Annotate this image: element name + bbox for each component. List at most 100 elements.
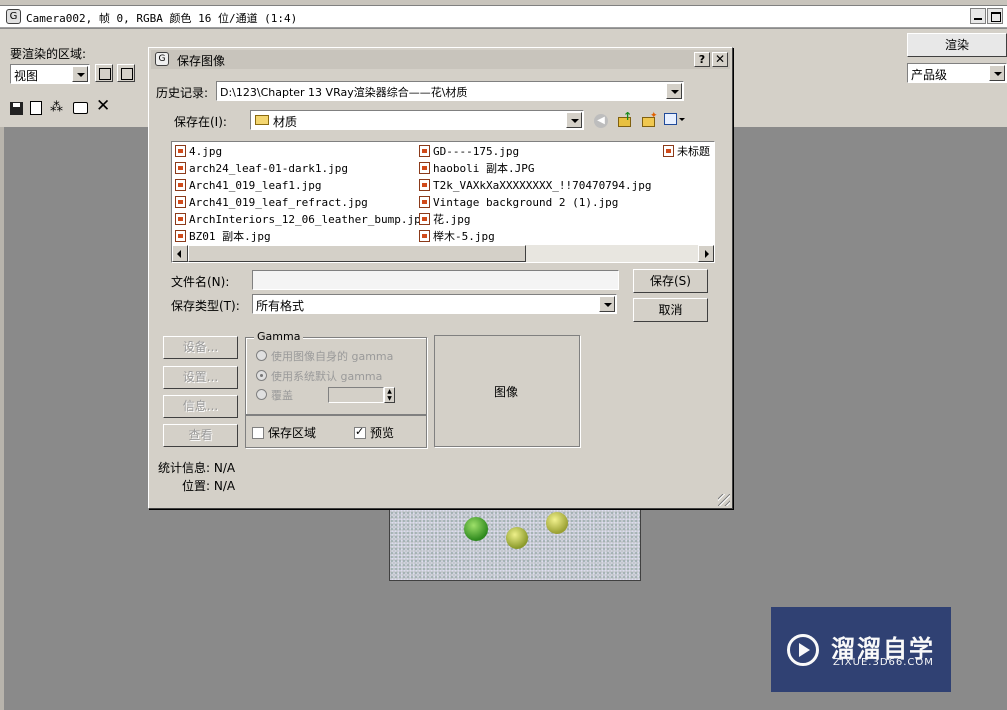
horizontal-scrollbar[interactable] [172,245,714,262]
chevron-down-icon [72,66,88,82]
view-menu-icon[interactable] [664,113,686,127]
save-button[interactable]: 保存(S) [633,269,708,293]
clone-frame-icon[interactable]: ⁂ [50,101,63,115]
list-item[interactable]: ArchInteriors_12_06_leather_bump.jpg [175,212,427,228]
radio-icon [256,389,267,400]
new-folder-icon[interactable]: ✦ [641,112,658,128]
file-list[interactable]: 4.jpg arch24_leaf-01-dark1.jpg Arch41_019_… [171,141,715,263]
list-item[interactable]: 4.jpg [175,144,222,160]
close-button[interactable]: ✕ [712,52,728,67]
up-folder-icon[interactable]: ↑ [617,111,633,128]
copy-image-icon[interactable] [30,101,42,115]
dialog-app-icon: G [155,52,169,66]
filename-label: 文件名(N): [171,275,230,289]
chevron-down-icon [599,296,615,312]
print-icon[interactable] [73,102,88,114]
image-file-icon [175,196,186,208]
save-region-checkbox[interactable]: 保存区域 [252,424,316,441]
file-name: Arch41_019_leaf_refract.jpg [189,196,368,209]
yellow-sphere-right [546,512,568,534]
maximize-button[interactable] [987,8,1003,24]
radio-icon [256,350,267,361]
help-button[interactable]: ? [694,52,710,67]
save-image-icon[interactable] [10,102,23,115]
render-area-label: 要渲染的区域: [10,47,87,61]
play-icon [787,634,819,666]
scroll-left-button[interactable] [172,245,188,262]
preview-checkbox[interactable]: 预览 [354,424,394,441]
list-item[interactable]: haoboli 副本.JPG [419,161,534,177]
gamma-option-image[interactable]: 使用图像自身的 gamma [256,348,393,364]
gamma-override-spinner[interactable] [328,387,384,403]
info-button[interactable]: 信息... [163,395,238,418]
dialog-title: 保存图像 [177,54,226,68]
chevron-down-icon [989,65,1005,81]
save-in-label: 保存在(I): [174,115,227,129]
filename-input[interactable] [252,270,619,290]
list-item[interactable]: Arch41_019_leaf_refract.jpg [175,195,368,211]
region-auto-icon[interactable] [117,64,135,82]
file-name: 4.jpg [189,145,223,158]
image-file-icon [175,179,186,191]
render-button[interactable]: 渲染 [907,33,1007,57]
scroll-thumb[interactable] [188,245,526,262]
setup-button[interactable]: 设备... [163,336,238,359]
spinner-arrows-icon[interactable]: ▲ ▼ [384,387,395,403]
watermark-logo: 溜溜自学 ZIXUE.3D66.COM [771,607,951,692]
window-left-edge [0,127,4,710]
scroll-right-button[interactable] [698,245,714,262]
history-label: 历史记录: [156,86,209,100]
rendered-image [389,506,641,581]
file-name: 榉木-5.jpg [433,230,495,243]
render-window-titlebar: G Camera002, 帧 0, RGBA 颜色 16 位/通道 (1:4) [0,6,1007,28]
file-name: arch24_leaf-01-dark1.jpg [189,162,348,175]
list-item[interactable]: T2k_VAXkXaXXXXXXXX_!!70470794.jpg [419,178,652,194]
cancel-button[interactable]: 取消 [633,298,708,322]
settings-button[interactable]: 设置... [163,366,238,389]
file-name: T2k_VAXkXaXXXXXXXX_!!70470794.jpg [433,179,652,192]
list-item[interactable]: Vintage background 2 (1).jpg [419,195,618,211]
checkbox-icon [252,427,264,439]
render-area-select[interactable]: 视图 [10,64,90,84]
options-group: 保存区域 预览 [245,415,427,448]
list-item[interactable]: 花.jpg [419,212,471,228]
back-icon[interactable]: ◀ [594,114,608,128]
image-file-icon [419,213,430,225]
watermark-url: ZIXUE.3D66.COM [833,657,934,668]
gamma-option-override[interactable]: 覆盖 [256,387,293,403]
file-name: 未标题 [677,145,710,158]
gamma-option-system[interactable]: 使用系统默认 gamma [256,368,382,384]
save-in-select[interactable]: 材质 [250,110,584,130]
list-item[interactable]: 未标题 [663,144,710,160]
filetype-select[interactable]: 所有格式 [252,294,617,314]
list-item[interactable]: arch24_leaf-01-dark1.jpg [175,161,348,177]
chevron-down-icon [666,83,682,99]
resize-grip-icon[interactable] [718,494,730,506]
image-preview-label: 图像 [494,385,519,399]
checkbox-checked-icon [354,425,366,439]
image-file-icon [419,162,430,174]
list-item[interactable]: 榉木-5.jpg [419,229,495,245]
minimize-button[interactable] [970,8,986,24]
region-edit-icon[interactable] [95,64,113,82]
green-sphere [464,517,488,541]
dialog-titlebar: G 保存图像 ? ✕ [151,50,730,69]
list-item[interactable]: Arch41_019_leaf1.jpg [175,178,321,194]
view-button[interactable]: 查看 [163,424,238,447]
folder-icon [255,115,269,125]
file-name: Arch41_019_leaf1.jpg [189,179,322,192]
image-file-icon [419,230,430,242]
history-select[interactable]: D:\123\Chapter 13 VRay渲染器综合——花\材质 [216,81,684,101]
image-file-icon [419,196,430,208]
image-file-icon [175,213,186,225]
app-icon: G [6,9,21,24]
filetype-label: 保存类型(T): [171,299,240,313]
list-item[interactable]: BZ01 副本.jpg [175,229,271,245]
file-name: BZ01 副本.jpg [189,230,271,243]
list-item[interactable]: GD----175.jpg [419,144,519,160]
render-quality-select[interactable]: 产品级 [907,63,1007,83]
file-name: 花.jpg [433,213,471,226]
gamma-group: Gamma 使用图像自身的 gamma 使用系统默认 gamma 覆盖 ▲ ▼ [245,330,427,415]
clear-icon[interactable]: ✕ [96,97,110,115]
radio-selected-icon [256,370,267,381]
